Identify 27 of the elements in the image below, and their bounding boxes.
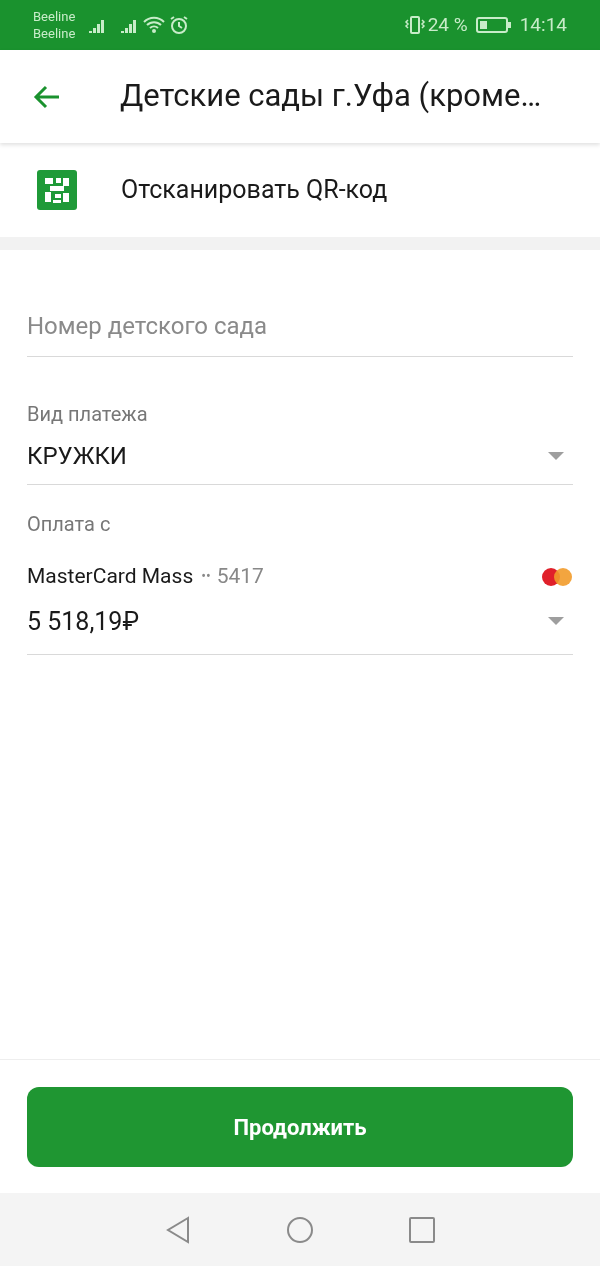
wifi-icon (143, 16, 166, 34)
field-label: Оплата с (27, 511, 112, 538)
alarm-icon (169, 15, 190, 35)
continue-button[interactable]: Продолжить (27, 1087, 573, 1167)
battery-icon (475, 16, 512, 34)
mastercard-logo-icon (541, 566, 573, 587)
card-dropdown[interactable]: MasterCard Mass •• 5417 5 518,19₽ (27, 561, 573, 655)
qr-code-icon (37, 170, 77, 210)
recents-nav-icon[interactable] (409, 1216, 435, 1243)
dropdown-caret-icon (547, 616, 565, 627)
card-balance: 5 518,19₽ (27, 605, 139, 638)
carrier-name: Beeline (33, 8, 76, 25)
kindergarten-number-field[interactable]: Номер детского сада (27, 304, 573, 357)
home-nav-icon[interactable] (286, 1215, 314, 1244)
card-last-digits: 5417 (216, 563, 264, 590)
carrier-name: Beeline (33, 25, 76, 42)
card-name: MasterCard Mass (27, 563, 194, 590)
battery-percent: 24 % (427, 11, 468, 38)
clock-time: 14:14 (519, 11, 567, 38)
page-title: Детские сады г.Уфа (кроме… (120, 76, 542, 117)
card-dots: •• (201, 567, 211, 587)
back-nav-icon[interactable] (165, 1215, 191, 1244)
payment-type-dropdown[interactable]: КРУЖКИ (27, 435, 573, 485)
dropdown-caret-icon (547, 450, 565, 461)
back-arrow-icon (33, 84, 61, 109)
vibrate-icon (403, 15, 426, 35)
field-label: Вид платежа (27, 401, 149, 428)
